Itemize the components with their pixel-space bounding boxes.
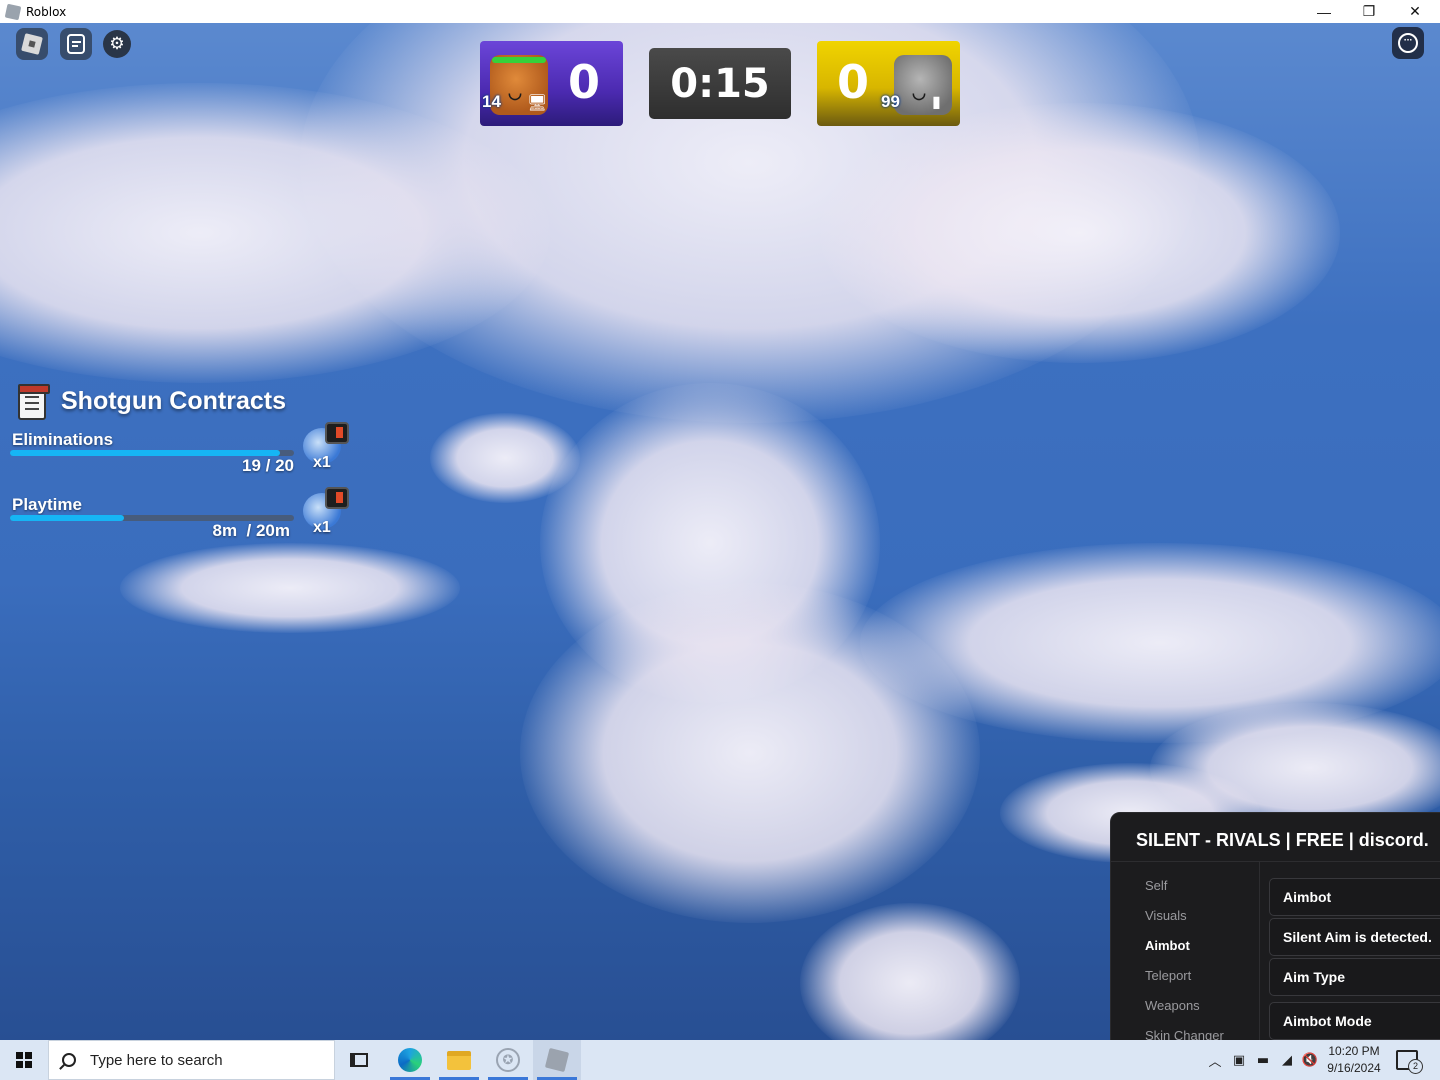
contract-progress-text: 8m / 20m bbox=[212, 521, 291, 540]
match-timer: 0:15 bbox=[649, 48, 791, 119]
roblox-app-icon bbox=[4, 3, 22, 20]
tab-weapons[interactable]: Weapons bbox=[1145, 998, 1200, 1013]
contract-reward: x1 bbox=[303, 422, 349, 471]
notification-count-badge: 2 bbox=[1408, 1059, 1423, 1074]
reward-multiplier: x1 bbox=[313, 454, 331, 471]
tab-self[interactable]: Self bbox=[1145, 878, 1167, 893]
desktop-icon: 🖥 bbox=[527, 93, 548, 112]
taskbar: Type here to search ✪ ︿ ▣ ▬ ◢ 🔇 10:20 PM… bbox=[0, 1040, 1440, 1080]
close-button[interactable]: ✕ bbox=[1392, 0, 1438, 23]
clock-time: 10:20 PM bbox=[1328, 1044, 1380, 1058]
roblox-menu-icon bbox=[21, 33, 43, 55]
more-options-icon: ··· bbox=[1398, 33, 1418, 53]
player-score: 0 bbox=[568, 55, 601, 109]
more-options-button[interactable]: ··· bbox=[1392, 27, 1424, 59]
edge-icon bbox=[398, 1048, 422, 1072]
cloud bbox=[820, 103, 1340, 363]
restore-button[interactable]: ❐ bbox=[1346, 0, 1392, 23]
chevron-up-icon: ︿ bbox=[1208, 1054, 1222, 1070]
player-level-badge: 14 bbox=[482, 92, 501, 111]
contract-progress-text: 19 / 20 bbox=[242, 456, 294, 475]
settings-icon: ⚙ bbox=[109, 33, 125, 54]
start-button[interactable] bbox=[0, 1040, 48, 1080]
app-taskbar-button[interactable]: ✪ bbox=[484, 1040, 532, 1080]
window-title: Roblox bbox=[26, 4, 67, 19]
player-score-card: ◡ 14 🖥 0 bbox=[480, 41, 623, 126]
reward-multiplier: x1 bbox=[313, 519, 331, 536]
aim-type-dropdown[interactable]: Aim Type bbox=[1269, 958, 1440, 996]
clock-date: 9/16/2024 bbox=[1327, 1061, 1381, 1075]
minimize-button[interactable]: — bbox=[1301, 0, 1347, 23]
battery-icon[interactable]: ▬ bbox=[1253, 1040, 1273, 1080]
aimbot-mode-dropdown[interactable]: Aimbot Mode bbox=[1269, 1002, 1440, 1040]
network-icon[interactable]: ◢ bbox=[1277, 1040, 1297, 1080]
task-view-button[interactable] bbox=[335, 1040, 383, 1080]
contracts-panel: Shotgun Contracts Eliminations 19 / 20 x… bbox=[10, 384, 360, 544]
search-icon bbox=[62, 1053, 76, 1067]
divider bbox=[1111, 861, 1440, 862]
volume-muted-icon[interactable]: 🔇 bbox=[1300, 1040, 1320, 1080]
show-hidden-icons-button[interactable]: ︿ bbox=[1205, 1040, 1225, 1080]
contract-reward: x1 bbox=[303, 487, 349, 536]
cloud bbox=[800, 903, 1020, 1040]
opponent-avatar: ◡ bbox=[894, 55, 952, 115]
smile-face-icon: ◡ bbox=[508, 85, 522, 102]
window-titlebar: Roblox — ❐ ✕ bbox=[0, 0, 1440, 23]
reward-case-icon bbox=[325, 422, 349, 444]
notification-center-button[interactable]: 2 bbox=[1396, 1050, 1423, 1074]
tab-teleport[interactable]: Teleport bbox=[1145, 968, 1191, 983]
contract-clipboard-icon bbox=[18, 384, 50, 420]
chat-icon bbox=[67, 34, 85, 54]
opponent-score: 0 bbox=[837, 55, 870, 109]
tab-aimbot[interactable]: Aimbot bbox=[1145, 938, 1190, 953]
reward-case-icon bbox=[325, 487, 349, 509]
smile-face-icon: ◡ bbox=[912, 85, 926, 102]
taskbar-search[interactable]: Type here to search bbox=[48, 1040, 335, 1080]
meet-now-icon[interactable]: ▣ bbox=[1229, 1040, 1249, 1080]
edge-taskbar-button[interactable] bbox=[386, 1040, 434, 1080]
menu-title: SILENT - RIVALS | FREE | discord. bbox=[1136, 830, 1429, 850]
script-menu-window[interactable]: SILENT - RIVALS | FREE | discord. Self V… bbox=[1110, 812, 1440, 1052]
search-placeholder: Type here to search bbox=[90, 1051, 223, 1069]
roblox-icon bbox=[544, 1047, 570, 1073]
aimbot-toggle[interactable]: Aimbot bbox=[1269, 878, 1440, 916]
file-explorer-taskbar-button[interactable] bbox=[435, 1040, 483, 1080]
cloud bbox=[430, 413, 580, 503]
opponent-score-card: 0 ◡ 99 ▮ bbox=[817, 41, 960, 126]
contract-progress-fill bbox=[10, 515, 124, 521]
contract-label: Playtime bbox=[12, 495, 82, 514]
settings-button[interactable]: ⚙ bbox=[103, 30, 131, 58]
roblox-taskbar-button[interactable] bbox=[533, 1040, 581, 1080]
opponent-level-badge: 99 bbox=[881, 92, 900, 111]
roblox-menu-button[interactable] bbox=[16, 28, 48, 60]
windows-icon bbox=[16, 1052, 32, 1068]
silent-aim-warning: Silent Aim is detected. bbox=[1269, 918, 1440, 956]
contracts-title: Shotgun Contracts bbox=[61, 387, 286, 415]
divider bbox=[1259, 861, 1260, 1051]
chat-button[interactable] bbox=[60, 28, 92, 60]
cloud bbox=[120, 543, 460, 633]
taskbar-clock[interactable]: 10:20 PM 9/16/2024 bbox=[1322, 1043, 1386, 1077]
tab-visuals[interactable]: Visuals bbox=[1145, 908, 1187, 923]
file-explorer-icon bbox=[447, 1050, 471, 1070]
mobile-icon: ▮ bbox=[932, 92, 941, 111]
contract-label: Eliminations bbox=[12, 430, 114, 449]
task-view-icon bbox=[350, 1053, 368, 1067]
app-icon: ✪ bbox=[496, 1048, 520, 1072]
